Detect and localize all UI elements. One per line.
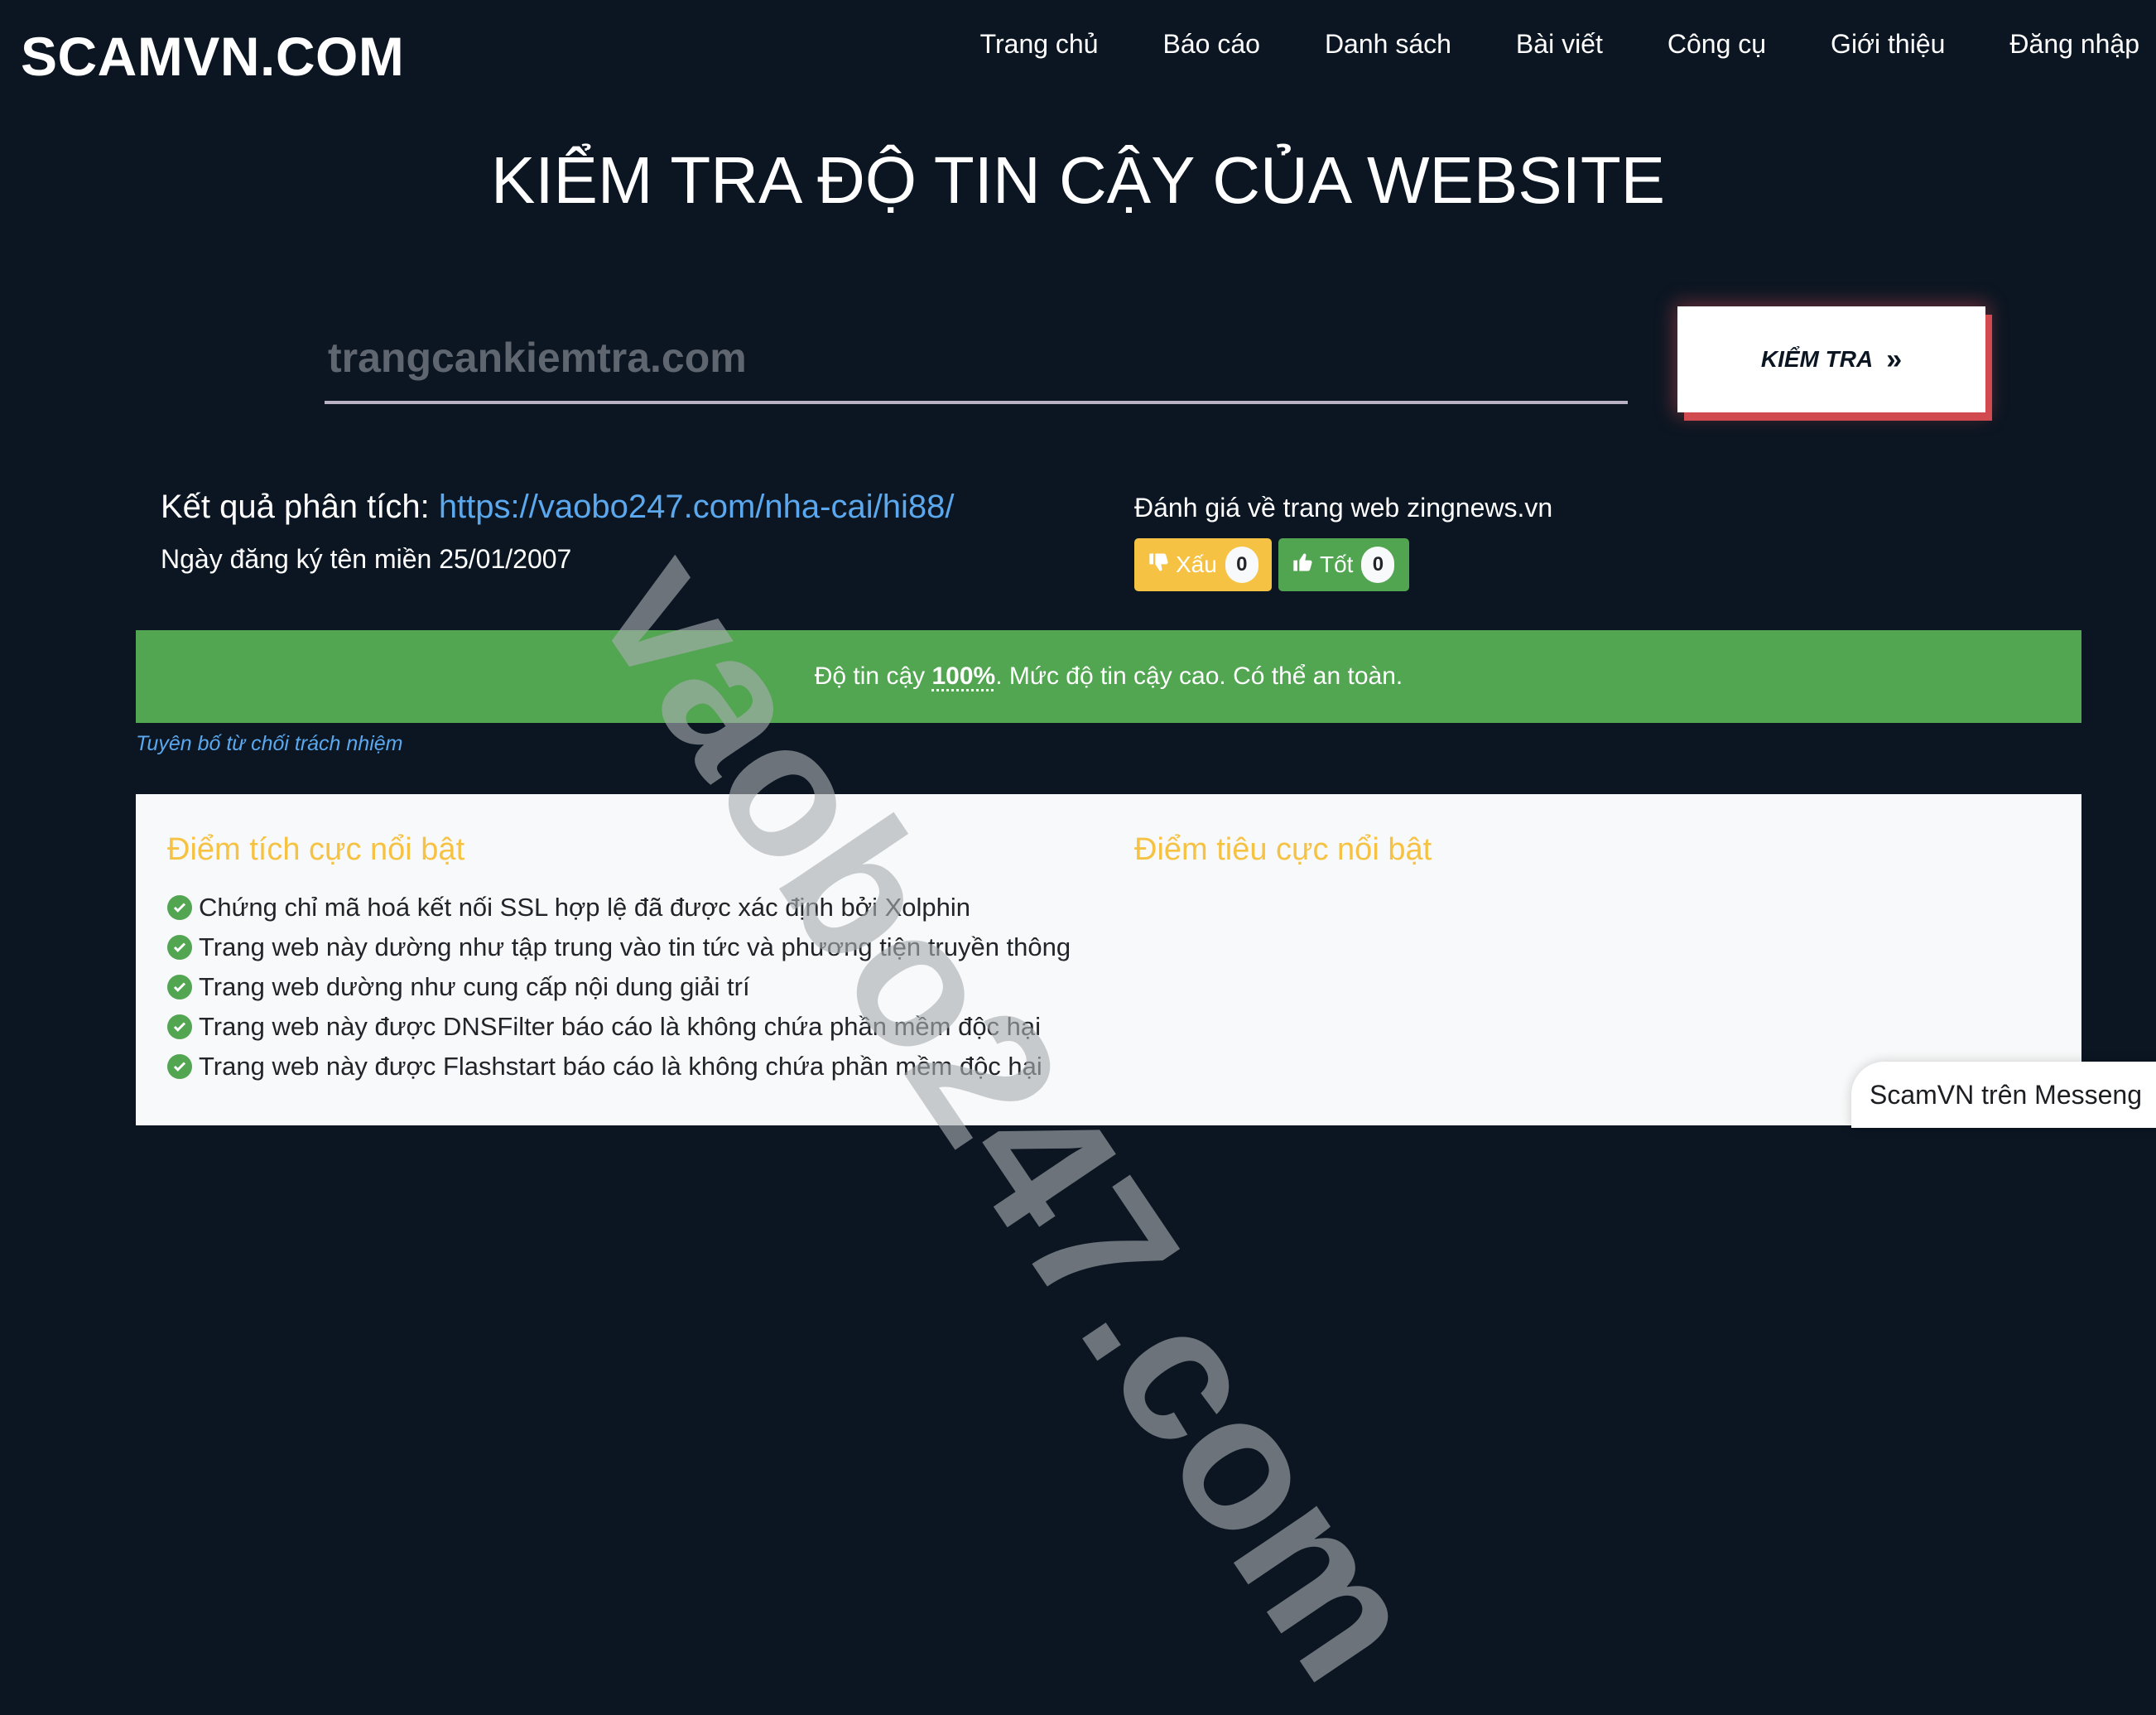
- list-item: Trang web dường như cung cấp nội dung gi…: [167, 967, 1071, 1007]
- thumbs-down-icon: [1148, 551, 1171, 580]
- check-circle-icon: [167, 1054, 192, 1079]
- positives-list: Chứng chỉ mã hoá kết nối SSL hợp lệ đã đ…: [167, 888, 1071, 1086]
- check-button[interactable]: KIỂM TRA »: [1677, 306, 1985, 412]
- messenger-label: ScamVN trên Messeng: [1870, 1079, 2143, 1110]
- disclaimer-link[interactable]: Tuyên bố từ chối trách nhiệm: [136, 732, 403, 756]
- list-item: Trang web này dường như tập trung vào ti…: [167, 927, 1071, 967]
- rate-bad-button[interactable]: Xấu 0: [1134, 538, 1272, 591]
- messenger-chat-button[interactable]: ScamVN trên Messeng: [1851, 1062, 2156, 1128]
- check-circle-icon: [167, 975, 192, 1000]
- nav-reports[interactable]: Báo cáo: [1131, 25, 1292, 63]
- analysis-result: Kết quả phân tích: https://vaobo247.com/…: [161, 489, 954, 526]
- rate-good-count: 0: [1361, 547, 1395, 583]
- domain-registration-date: Ngày đăng ký tên miền 25/01/2007: [161, 544, 572, 574]
- check-circle-icon: [167, 895, 192, 920]
- nav-about[interactable]: Giới thiệu: [1798, 25, 1977, 63]
- list-item: Trang web này được DNSFilter báo cáo là …: [167, 1007, 1071, 1047]
- rating-buttons: Xấu 0 Tốt 0: [1134, 538, 1409, 591]
- rate-bad-label: Xấu: [1176, 552, 1217, 577]
- trust-suffix: . Mức độ tin cậy cao. Có thể an toàn.: [995, 662, 1403, 690]
- positives-heading: Điểm tích cực nổi bật: [167, 832, 465, 867]
- nav-tools[interactable]: Công cụ: [1635, 25, 1798, 63]
- nav-login[interactable]: Đăng nhập: [1977, 25, 2139, 63]
- analyzed-url-link[interactable]: https://vaobo247.com/nha-cai/hi88/: [439, 489, 955, 525]
- trust-score-banner: Độ tin cậy 100%. Mức độ tin cậy cao. Có …: [136, 630, 2081, 723]
- rate-good-label: Tốt: [1320, 552, 1354, 577]
- analysis-result-label: Kết quả phân tích:: [161, 489, 430, 525]
- thumbs-up-icon: [1292, 551, 1315, 580]
- positive-text: Trang web này được DNSFilter báo cáo là …: [199, 1012, 1042, 1041]
- positive-text: Chứng chỉ mã hoá kết nối SSL hợp lệ đã đ…: [199, 893, 970, 922]
- positive-text: Trang web này dường như tập trung vào ti…: [199, 932, 1071, 961]
- website-url-input[interactable]: [325, 315, 1628, 404]
- page-title: KIỂM TRA ĐỘ TIN CẬY CỦA WEBSITE: [490, 143, 1666, 217]
- rating-title: Đánh giá về trang web zingnews.vn: [1134, 493, 1553, 523]
- positive-text: Trang web dường như cung cấp nội dung gi…: [199, 972, 750, 1001]
- nav-home[interactable]: Trang chủ: [948, 25, 1131, 63]
- check-button-label: KIỂM TRA: [1760, 346, 1874, 372]
- site-logo[interactable]: SCAMVN.COM: [21, 25, 404, 88]
- check-circle-icon: [167, 1014, 192, 1039]
- rate-bad-count: 0: [1225, 547, 1258, 583]
- nav-list[interactable]: Danh sách: [1292, 25, 1484, 63]
- trust-percent: 100%: [931, 662, 996, 690]
- nav-articles[interactable]: Bài viết: [1484, 25, 1635, 63]
- positive-text: Trang web này được Flashstart báo cáo là…: [199, 1052, 1042, 1081]
- check-circle-icon: [167, 935, 192, 960]
- list-item: Trang web này được Flashstart báo cáo là…: [167, 1047, 1071, 1086]
- main-nav: Trang chủ Báo cáo Danh sách Bài viết Côn…: [948, 25, 2139, 63]
- trust-prefix: Độ tin cậy: [814, 662, 926, 690]
- negatives-heading: Điểm tiêu cực nổi bật: [1134, 832, 1432, 867]
- double-chevron-right-icon: »: [1886, 343, 1903, 375]
- search-form: [325, 315, 1628, 407]
- list-item: Chứng chỉ mã hoá kết nối SSL hợp lệ đã đ…: [167, 888, 1071, 927]
- rate-good-button[interactable]: Tốt 0: [1278, 538, 1409, 591]
